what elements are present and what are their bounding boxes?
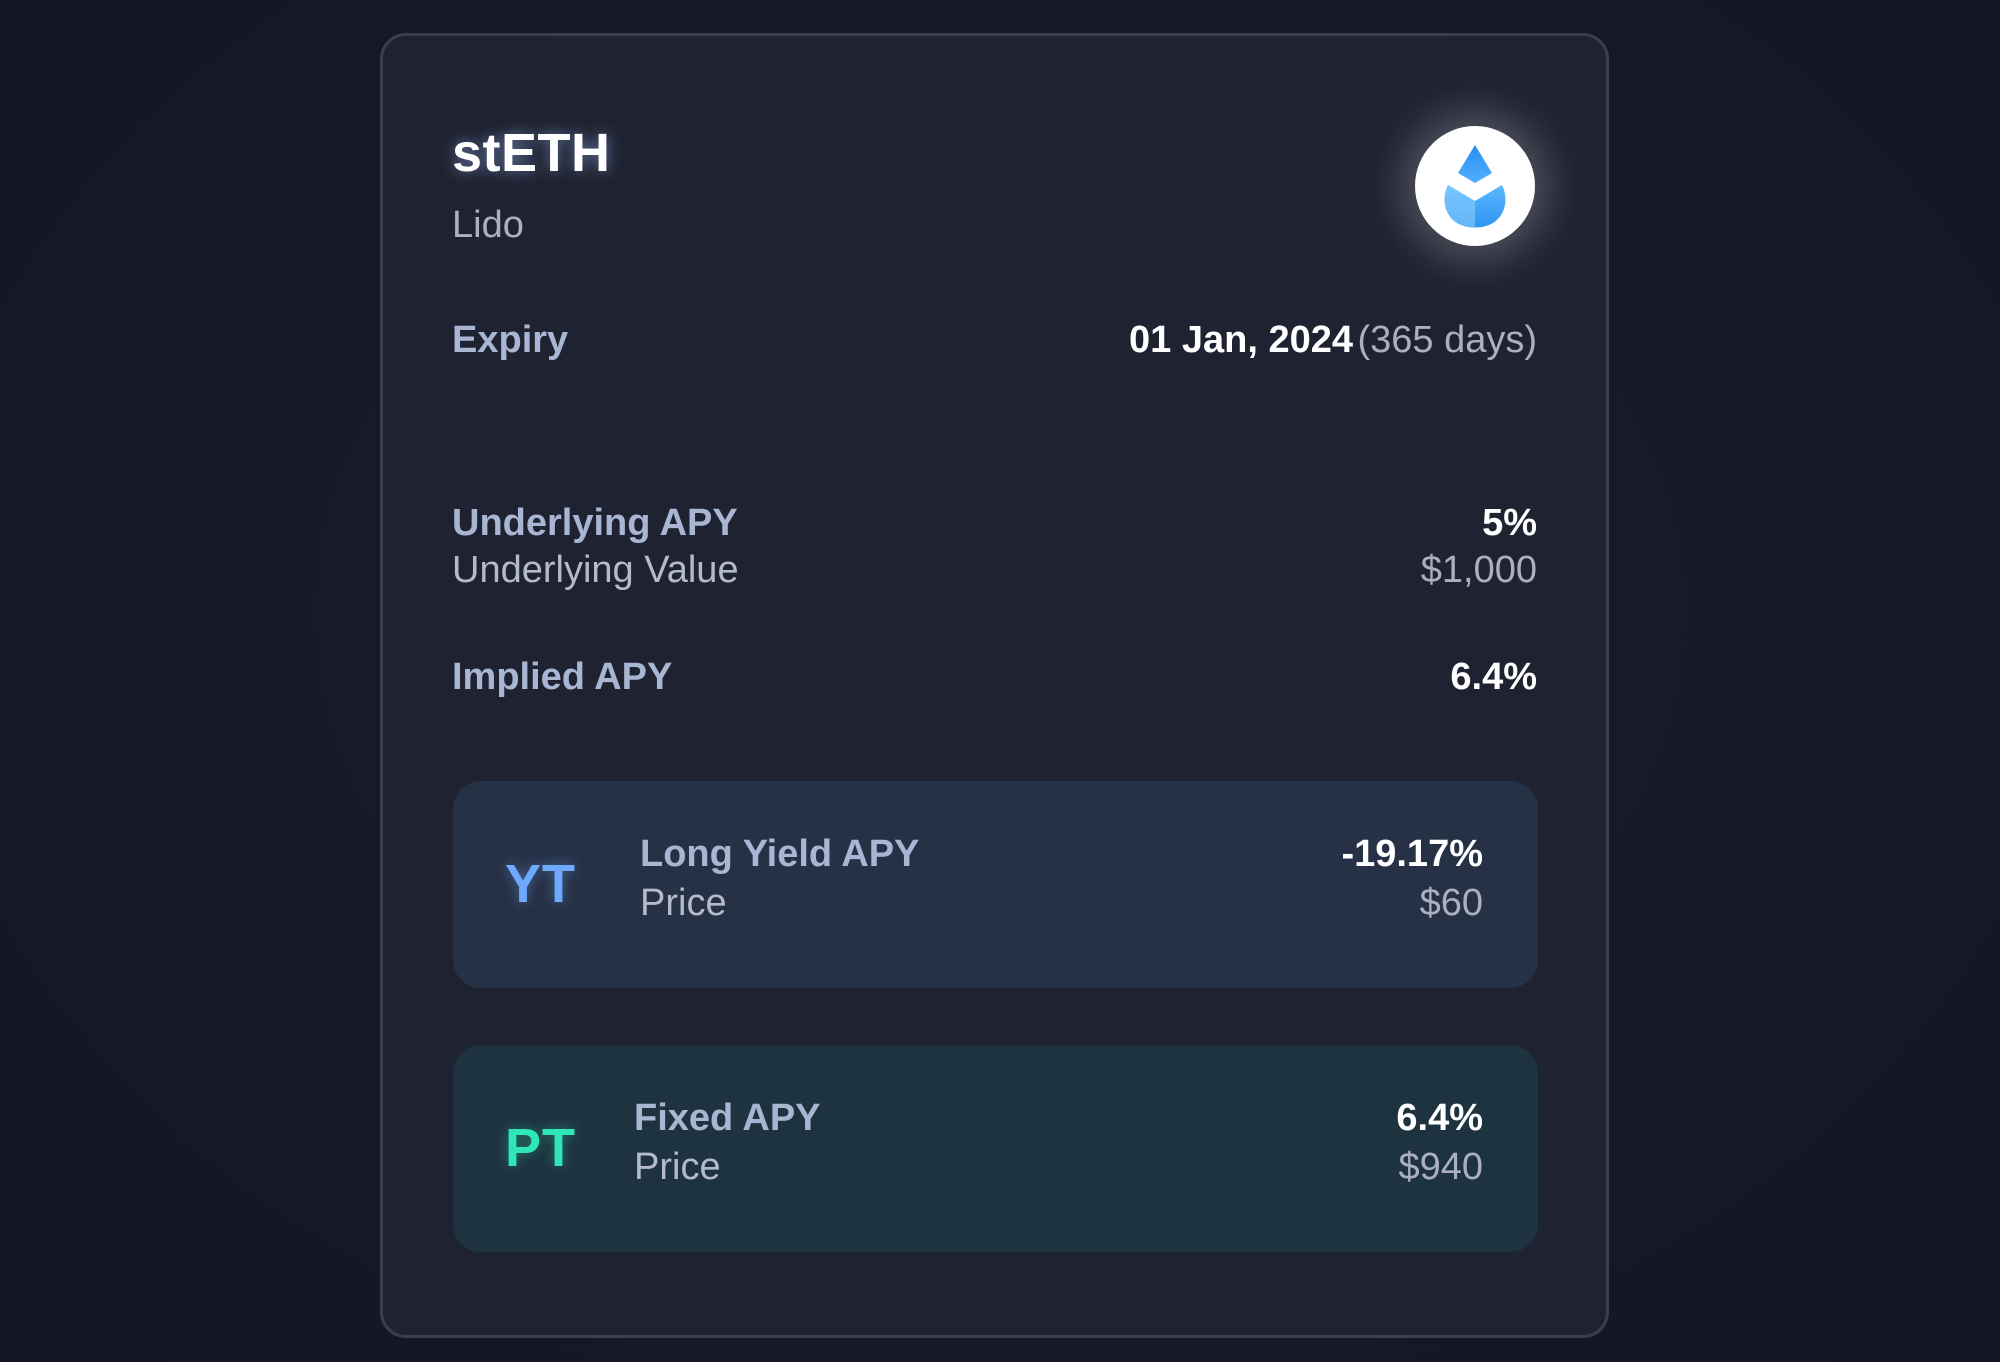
- expiry-label: Expiry: [452, 319, 569, 361]
- pt-apy-label: Fixed APY: [634, 1097, 821, 1139]
- yt-tag: YT: [505, 854, 577, 914]
- yt-apy-value: -19.17%: [1341, 833, 1483, 875]
- expiry-row: Expiry 01 Jan, 2024 (365 days): [452, 319, 1537, 362]
- implied-apy-row: Implied APY 6.4%: [452, 656, 1537, 699]
- underlying-apy-label: Underlying APY: [452, 502, 738, 544]
- page-background: stETH Lido Expiry 01 Jan, 2024 (365 days…: [0, 0, 2000, 1362]
- yt-panel[interactable]: YT Long Yield APY Price -19.17% $60: [453, 781, 1538, 988]
- protocol-name: Lido: [452, 204, 524, 246]
- expiry-days: (365 days): [1357, 319, 1537, 361]
- pt-panel[interactable]: PT Fixed APY Price 6.4% $940: [453, 1045, 1538, 1252]
- pt-tag: PT: [505, 1118, 577, 1178]
- yt-price-value: $60: [1419, 882, 1483, 924]
- underlying-value-value: $1,000: [1420, 549, 1537, 591]
- underlying-apy-value: 5%: [1482, 502, 1537, 544]
- implied-apy-value: 6.4%: [1450, 656, 1537, 698]
- expiry-value: 01 Jan, 2024 (365 days): [1129, 319, 1537, 362]
- yt-price-label: Price: [640, 882, 727, 924]
- pt-price-label: Price: [634, 1146, 721, 1188]
- asset-name: stETH: [452, 123, 611, 183]
- lido-drop-icon: [1415, 126, 1535, 246]
- lido-logo-svg: [1444, 145, 1506, 228]
- pt-apy-value: 6.4%: [1396, 1097, 1483, 1139]
- market-card[interactable]: stETH Lido Expiry 01 Jan, 2024 (365 days…: [380, 33, 1609, 1338]
- underlying-value-label: Underlying Value: [452, 549, 739, 591]
- yt-apy-label: Long Yield APY: [640, 833, 920, 875]
- underlying-row: Underlying APY Underlying Value 5% $1,00…: [452, 502, 1537, 592]
- expiry-date: 01 Jan, 2024: [1129, 319, 1353, 361]
- implied-apy-label: Implied APY: [452, 656, 673, 698]
- pt-price-value: $940: [1398, 1146, 1483, 1188]
